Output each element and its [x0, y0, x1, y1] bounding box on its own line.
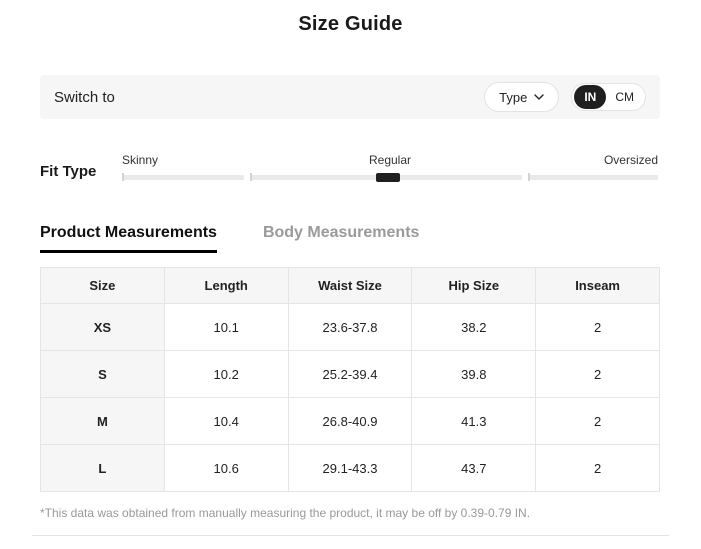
value-cell: 2 — [535, 350, 660, 398]
column-header: Size — [40, 267, 165, 304]
table-row: S 10.2 25.2-39.4 39.8 2 — [40, 350, 660, 398]
value-cell: 10.4 — [163, 397, 289, 445]
value-cell: 29.1-43.3 — [287, 444, 413, 492]
bottom-divider — [32, 535, 669, 536]
value-cell: 10.1 — [163, 303, 289, 351]
unit-option-in[interactable]: IN — [574, 85, 607, 109]
value-cell: 2 — [535, 444, 660, 492]
column-header: Inseam — [535, 267, 660, 304]
fit-type-label: Fit Type — [40, 163, 97, 180]
size-table: Size Length Waist Size Hip Size Inseam X… — [40, 267, 660, 492]
value-cell: 41.3 — [411, 397, 537, 445]
value-cell: 10.2 — [163, 350, 289, 398]
fit-type-slider: Skinny Regular Oversized — [122, 150, 658, 192]
size-cell: M — [40, 397, 165, 445]
size-cell: S — [40, 350, 165, 398]
type-dropdown-label: Type — [499, 89, 528, 105]
slider-track-segment[interactable] — [122, 173, 244, 181]
size-guide-panel: Size Guide Switch to Type IN CM Fit Type… — [0, 0, 701, 549]
table-row: XS 10.1 23.6-37.8 38.2 2 — [40, 303, 660, 351]
type-dropdown[interactable]: Type — [484, 82, 560, 112]
tab-body-measurements[interactable]: Body Measurements — [263, 224, 420, 253]
value-cell: 25.2-39.4 — [287, 350, 413, 398]
table-header-row: Size Length Waist Size Hip Size Inseam — [40, 267, 660, 304]
value-cell: 2 — [535, 303, 660, 351]
slider-thumb[interactable] — [376, 173, 400, 182]
table-row: L 10.6 29.1-43.3 43.7 2 — [40, 444, 660, 492]
measurement-disclaimer: *This data was obtained from manually me… — [40, 506, 531, 520]
page-title: Size Guide — [298, 13, 403, 35]
chevron-down-icon — [534, 94, 545, 100]
fit-option-regular[interactable]: Regular — [369, 153, 411, 167]
switch-to-label: Switch to — [54, 88, 115, 106]
column-header: Waist Size — [287, 267, 413, 304]
tab-product-measurements[interactable]: Product Measurements — [40, 224, 217, 253]
column-header: Length — [163, 267, 289, 304]
value-cell: 26.8-40.9 — [287, 397, 413, 445]
value-cell: 23.6-37.8 — [287, 303, 413, 351]
unit-toggle: IN CM — [571, 83, 646, 111]
size-cell: L — [40, 444, 165, 492]
value-cell: 43.7 — [411, 444, 537, 492]
value-cell: 10.6 — [163, 444, 289, 492]
value-cell: 2 — [535, 397, 660, 445]
fit-option-skinny[interactable]: Skinny — [122, 153, 158, 167]
switch-controls: Type IN CM — [484, 82, 646, 112]
value-cell: 39.8 — [411, 350, 537, 398]
slider-track-segment[interactable] — [528, 173, 658, 181]
switch-bar: Switch to Type IN CM — [40, 75, 660, 119]
value-cell: 38.2 — [411, 303, 537, 351]
column-header: Hip Size — [411, 267, 537, 304]
table-row: M 10.4 26.8-40.9 41.3 2 — [40, 397, 660, 445]
fit-type-section: Fit Type Skinny Regular Oversized — [40, 150, 660, 192]
measurement-tabs: Product Measurements Body Measurements — [40, 224, 419, 253]
unit-option-cm[interactable]: CM — [606, 85, 643, 109]
size-cell: XS — [40, 303, 165, 351]
fit-option-oversized[interactable]: Oversized — [604, 153, 658, 167]
